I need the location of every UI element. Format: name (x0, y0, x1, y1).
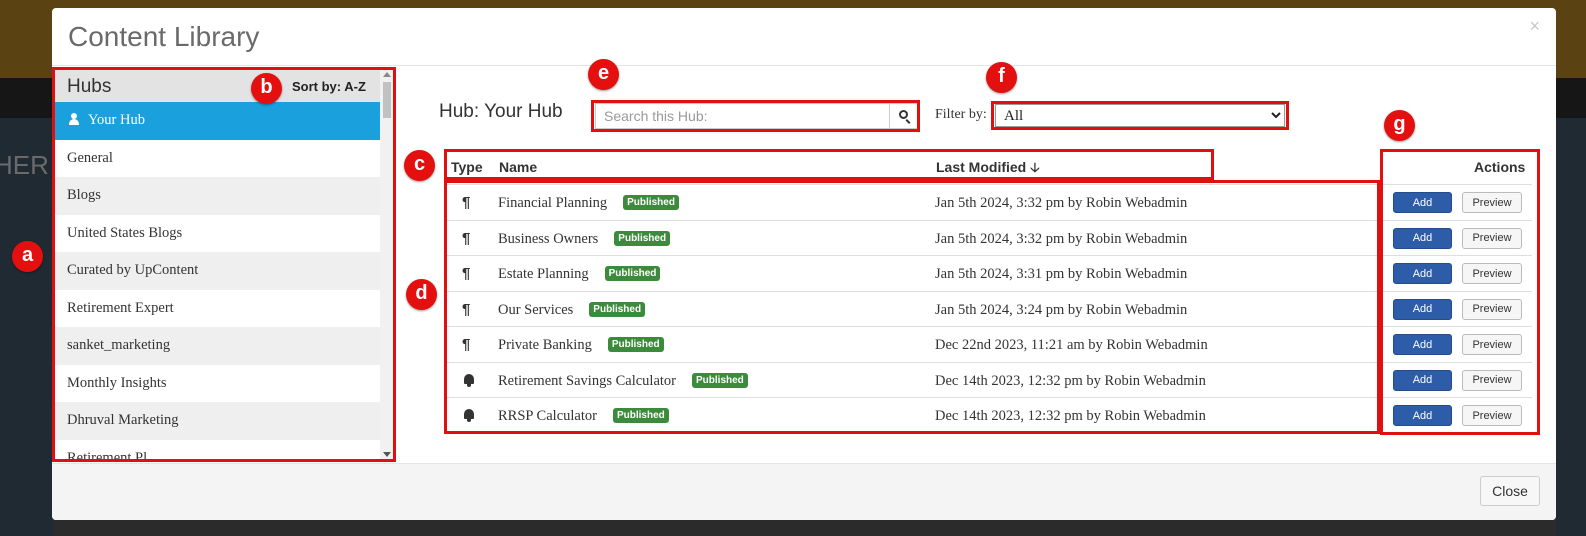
annotation-box-g (1380, 149, 1540, 435)
annotation-box-a (52, 67, 396, 462)
annotation-marker-b: b (251, 73, 282, 104)
annotation-marker-d: d (406, 279, 437, 310)
background-hero-text: HER (0, 150, 49, 180)
annotation-marker-a: a (12, 241, 43, 272)
close-button[interactable]: Close (1480, 476, 1540, 506)
modal-header: Content Library × (52, 8, 1556, 66)
annotation-marker-f: f (986, 62, 1017, 93)
annotation-box-e (591, 100, 920, 132)
filter-label: Filter by: (935, 107, 987, 122)
close-icon[interactable]: × (1529, 16, 1540, 37)
annotation-marker-c: c (404, 150, 435, 181)
modal-footer: Close (52, 463, 1556, 520)
annotation-marker-e: e (588, 59, 619, 90)
annotation-box-c (444, 149, 1214, 180)
annotation-marker-g: g (1384, 110, 1415, 141)
hub-title: Hub: Your Hub (439, 101, 563, 122)
page-background-right (1556, 118, 1586, 536)
annotation-box-f (991, 101, 1289, 130)
annotation-box-d (444, 180, 1380, 434)
modal-title: Content Library (68, 21, 260, 52)
